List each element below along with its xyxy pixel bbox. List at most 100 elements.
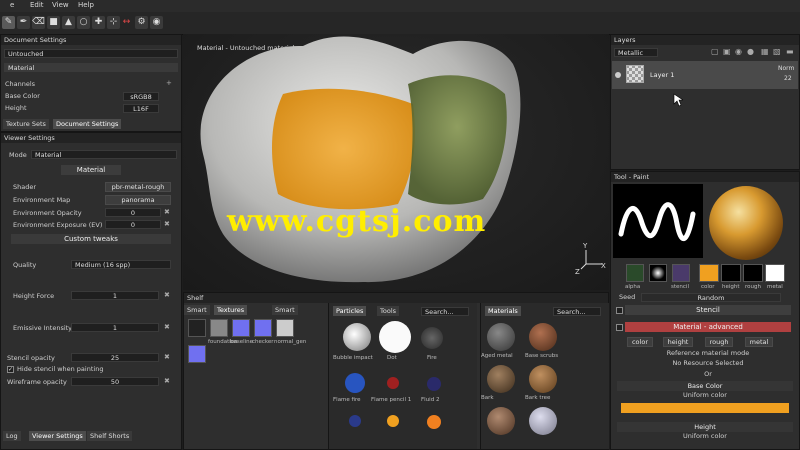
tab-shelf-shorts[interactable]: Shelf Shorts bbox=[87, 431, 133, 441]
particle-fire[interactable] bbox=[421, 327, 443, 349]
paint-tool-icon[interactable]: ✒ bbox=[17, 16, 30, 29]
height-force-reset-icon[interactable]: ✖ bbox=[164, 291, 170, 299]
shelf-thumb-3[interactable] bbox=[232, 319, 250, 337]
color-toggle-button[interactable]: color bbox=[627, 337, 653, 347]
hide-stencil-checkbox[interactable]: ✓ bbox=[7, 366, 14, 373]
custom-tweaks-header[interactable]: Custom tweaks bbox=[11, 234, 171, 244]
env-exposure-reset-icon[interactable]: ✖ bbox=[164, 220, 170, 228]
projection-tool-icon[interactable]: ■ bbox=[47, 16, 60, 29]
base-color-section[interactable]: Base Color bbox=[617, 381, 793, 391]
clone-tool-icon[interactable]: ✚ bbox=[92, 16, 105, 29]
tab-materials[interactable]: Materials bbox=[485, 306, 521, 316]
particle-flame-fire[interactable] bbox=[345, 373, 365, 393]
rough-thumb[interactable] bbox=[743, 264, 763, 282]
layer-row[interactable]: Layer 1 Norm 22 bbox=[612, 61, 798, 89]
particle-item-8[interactable] bbox=[387, 415, 399, 427]
layer-opacity[interactable]: 22 bbox=[784, 75, 792, 82]
mode-dropdown[interactable]: Material bbox=[31, 150, 177, 159]
material-section-header[interactable]: Material bbox=[61, 165, 121, 175]
fill-tool-icon[interactable]: ▲ bbox=[62, 16, 75, 29]
material-bark[interactable] bbox=[487, 365, 515, 393]
material-bark-wood[interactable] bbox=[487, 407, 515, 435]
shelf-thumb-6[interactable] bbox=[188, 345, 206, 363]
material-section[interactable]: Material bbox=[4, 63, 178, 72]
document-name-field[interactable]: Untouched bbox=[4, 49, 178, 58]
height-format[interactable]: L16F bbox=[123, 104, 159, 113]
stencil-opacity-reset-icon[interactable]: ✖ bbox=[164, 353, 170, 361]
particle-item-7[interactable] bbox=[349, 415, 361, 427]
smudge-tool-icon[interactable]: ○ bbox=[77, 16, 90, 29]
brush-alpha-preview[interactable] bbox=[613, 184, 703, 258]
emissive-reset-icon[interactable]: ✖ bbox=[164, 323, 170, 331]
particle-bubble[interactable] bbox=[343, 323, 371, 351]
particle-dot[interactable] bbox=[379, 321, 411, 353]
shelf-thumb-5[interactable] bbox=[276, 319, 294, 337]
tab-texture-sets[interactable]: Texture Sets bbox=[3, 119, 49, 129]
shader-button[interactable]: pbr-metal-rough bbox=[105, 182, 171, 192]
menu-item-file[interactable]: e bbox=[10, 1, 14, 9]
tab-smart[interactable]: Smart bbox=[184, 305, 210, 315]
particle-fluid[interactable] bbox=[427, 377, 441, 391]
visibility-eye-icon[interactable] bbox=[615, 72, 621, 78]
emissive-slider[interactable]: 1 bbox=[71, 323, 159, 332]
material-metal[interactable] bbox=[529, 407, 557, 435]
stencil-x-thumb[interactable] bbox=[672, 264, 690, 282]
stencil-opacity-slider[interactable]: 25 bbox=[71, 353, 159, 362]
shelf-thumb-1[interactable] bbox=[188, 319, 206, 337]
add-layer-icon[interactable]: ▢ bbox=[711, 47, 719, 56]
stencil-thumb[interactable] bbox=[649, 264, 667, 282]
metal-toggle-button[interactable]: metal bbox=[745, 337, 773, 347]
duplicate-layer-icon[interactable]: ▧ bbox=[773, 47, 781, 56]
shelf-thumb-2[interactable] bbox=[210, 319, 228, 337]
axis-gizmo-icon[interactable] bbox=[578, 246, 606, 272]
wireframe-reset-icon[interactable]: ✖ bbox=[164, 377, 170, 385]
settings-icon[interactable]: ⚙ bbox=[135, 16, 148, 29]
add-effect-icon[interactable]: ● bbox=[747, 47, 754, 56]
menu-item-view[interactable]: View bbox=[52, 1, 69, 9]
menu-item-help[interactable]: Help bbox=[78, 1, 94, 9]
material-advanced-header[interactable]: Material - advanced bbox=[625, 322, 791, 332]
viewport-3d[interactable]: Material - Untouched material www.cgtsj.… bbox=[183, 34, 609, 290]
material-base-scrubs[interactable] bbox=[529, 323, 557, 351]
layer-blend[interactable]: Norm bbox=[778, 65, 794, 72]
random-seed-field[interactable]: Random bbox=[641, 293, 781, 302]
env-opacity-reset-icon[interactable]: ✖ bbox=[164, 208, 170, 216]
quality-dropdown[interactable]: Medium (16 spp) bbox=[71, 260, 171, 269]
height-thumb[interactable] bbox=[721, 264, 741, 282]
wireframe-slider[interactable]: 50 bbox=[71, 377, 159, 386]
brush-tool-icon[interactable]: ✎ bbox=[2, 16, 15, 29]
tab-textures[interactable]: Textures bbox=[214, 305, 248, 315]
material-advanced-checkbox[interactable] bbox=[616, 324, 623, 331]
height-section[interactable]: Height bbox=[617, 422, 793, 432]
stencil-section-header[interactable]: Stencil bbox=[625, 305, 791, 315]
camera-icon[interactable]: ◉ bbox=[150, 16, 163, 29]
rough-toggle-button[interactable]: rough bbox=[705, 337, 733, 347]
base-color-format[interactable]: sRGB8 bbox=[123, 92, 159, 101]
folder-icon[interactable]: ▦ bbox=[761, 47, 769, 56]
env-exposure-field[interactable]: 0 bbox=[105, 220, 161, 229]
base-color-swatch[interactable] bbox=[621, 403, 789, 413]
add-fill-layer-icon[interactable]: ▣ bbox=[723, 47, 731, 56]
material-aged-metal[interactable] bbox=[487, 323, 515, 351]
layer-name[interactable]: Layer 1 bbox=[650, 71, 674, 79]
eraser-tool-icon[interactable]: ⌫ bbox=[32, 16, 45, 29]
tab-smart-2[interactable]: Smart bbox=[272, 305, 298, 315]
tab-log[interactable]: Log bbox=[3, 431, 21, 441]
add-mask-icon[interactable]: ◉ bbox=[735, 47, 742, 56]
height-toggle-button[interactable]: height bbox=[663, 337, 693, 347]
particle-flame-pencil[interactable] bbox=[387, 377, 399, 389]
tab-document-settings[interactable]: Document Settings bbox=[53, 119, 122, 129]
add-channel-icon[interactable]: + bbox=[166, 79, 172, 87]
shelf-thumb-4[interactable] bbox=[254, 319, 272, 337]
material-bark-tree[interactable] bbox=[529, 365, 557, 393]
particles-search-input[interactable]: Search... bbox=[421, 307, 469, 316]
height-force-slider[interactable]: 1 bbox=[71, 291, 159, 300]
stencil-checkbox[interactable] bbox=[616, 307, 623, 314]
metal-thumb[interactable] bbox=[765, 264, 785, 282]
picker-tool-icon[interactable]: ⊹ bbox=[107, 16, 120, 29]
symmetry-icon[interactable]: ↔ bbox=[120, 16, 133, 29]
material-preview-sphere[interactable] bbox=[709, 186, 783, 260]
env-map-button[interactable]: panorama bbox=[105, 195, 171, 205]
tab-particles[interactable]: Particles bbox=[333, 306, 367, 316]
tab-viewer-settings[interactable]: Viewer Settings bbox=[29, 431, 86, 441]
